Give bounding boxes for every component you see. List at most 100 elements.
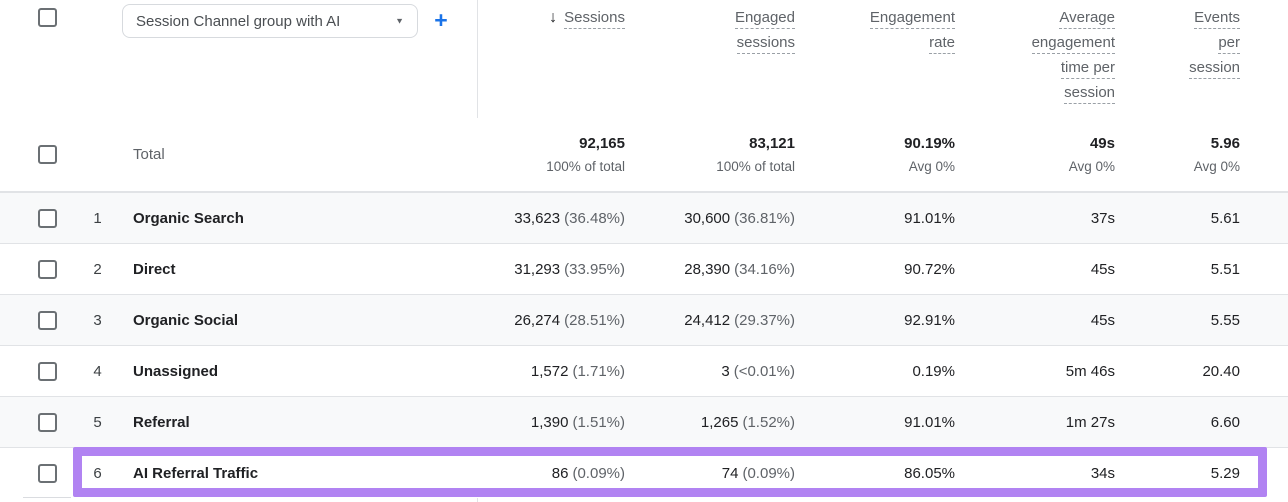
select-all-checkbox-top[interactable] (38, 8, 57, 27)
dimension-dropdown[interactable]: Session Channel group with AI ▼ (122, 4, 418, 38)
sort-descending-icon: ↓ (549, 9, 557, 26)
column-header-label: time per (1061, 60, 1115, 79)
chevron-down-icon: ▼ (395, 17, 404, 26)
events-per-session-cell: 5.29 (1115, 448, 1240, 498)
table-row-direct: 2 Direct 31,293(33.95%) 28,390(34.16%) 9… (0, 243, 1288, 294)
channel-name: AI Referral Traffic (133, 465, 258, 482)
total-engagement-rate: 90.19% Avg 0% (795, 118, 955, 191)
row-checkbox[interactable] (38, 311, 57, 330)
row-checkbox[interactable] (38, 413, 57, 432)
total-rate-value: 90.19% (904, 135, 955, 152)
avg-engagement-time-cell: 1m 27s (955, 397, 1115, 447)
row-number: 4 (75, 346, 120, 396)
total-checkbox-cell (0, 118, 75, 191)
sessions-cell: 31,293(33.95%) (478, 244, 625, 294)
checkbox-icon[interactable] (38, 8, 57, 27)
total-avg-time-value: 49s (1090, 135, 1115, 152)
sessions-cell: 86(0.09%) (478, 448, 625, 498)
total-engaged-sub: 100% of total (716, 159, 795, 174)
row-checkbox[interactable] (38, 260, 57, 279)
channel-name: Organic Search (133, 210, 244, 227)
column-header-label: Engaged (735, 10, 795, 29)
row-checkbox[interactable] (38, 209, 57, 228)
engaged-sessions-cell: 1,265(1.52%) (625, 397, 795, 447)
events-per-session-cell: 5.55 (1115, 295, 1240, 345)
column-header-label: engagement (1032, 35, 1115, 54)
total-engaged-value: 83,121 (749, 135, 795, 152)
column-header-engagement-rate[interactable]: Engagement rate (870, 10, 955, 60)
column-header-label: session (1064, 85, 1115, 104)
engaged-sessions-cell: 3(<0.01%) (625, 346, 795, 396)
row-bottom-border (23, 497, 71, 498)
sessions-cell: 33,623(36.48%) (478, 193, 625, 243)
dimension-dropdown-value: Session Channel group with AI (136, 13, 340, 30)
total-row: Total 92,165 100% of total 83,121 100% o… (0, 118, 1288, 192)
column-header-label: Average (1059, 10, 1115, 29)
events-per-session-cell: 20.40 (1115, 346, 1240, 396)
column-header-label: per (1218, 35, 1240, 54)
events-per-session-cell: 5.51 (1115, 244, 1240, 294)
engagement-rate-cell: 86.05% (795, 448, 955, 498)
avg-engagement-time-cell: 5m 46s (955, 346, 1115, 396)
row-checkbox[interactable] (38, 362, 57, 381)
engagement-rate-cell: 92.91% (795, 295, 955, 345)
engaged-sessions-cell: 24,412(29.37%) (625, 295, 795, 345)
row-number: 5 (75, 397, 120, 447)
total-label: Total (133, 146, 165, 163)
total-sessions-sub: 100% of total (546, 159, 625, 174)
column-header-avg-engagement-time[interactable]: Average engagement time per session (1032, 10, 1115, 110)
column-header-label: sessions (737, 35, 795, 54)
engagement-rate-cell: 90.72% (795, 244, 955, 294)
sessions-cell: 1,572(1.71%) (478, 346, 625, 396)
column-header-label: Sessions (564, 10, 625, 29)
events-per-session-cell: 6.60 (1115, 397, 1240, 447)
table-row-ai-referral-traffic: 6 AI Referral Traffic 86(0.09%) 74(0.09%… (0, 447, 1288, 498)
column-header-events-per-session[interactable]: Events per session (1189, 10, 1240, 85)
engaged-sessions-cell: 74(0.09%) (625, 448, 795, 498)
column-header-sessions[interactable]: ↓ Sessions (549, 10, 625, 35)
total-avg-engagement-time: 49s Avg 0% (955, 118, 1115, 191)
column-header-label: rate (929, 35, 955, 54)
total-checkbox[interactable] (38, 145, 57, 164)
sessions-cell: 26,274(28.51%) (478, 295, 625, 345)
total-sessions-value: 92,165 (579, 135, 625, 152)
add-dimension-button[interactable]: + (427, 6, 455, 34)
events-per-session-cell: 5.61 (1115, 193, 1240, 243)
channel-name: Referral (133, 414, 190, 431)
table-row-organic-search: 1 Organic Search 33,623(36.48%) 30,600(3… (0, 192, 1288, 243)
sessions-cell: 1,390(1.51%) (478, 397, 625, 447)
total-events-value: 5.96 (1211, 135, 1240, 152)
engaged-sessions-cell: 28,390(34.16%) (625, 244, 795, 294)
column-header-engaged-sessions[interactable]: Engaged sessions (735, 10, 795, 60)
total-engaged-sessions: 83,121 100% of total (625, 118, 795, 191)
table-row-referral: 5 Referral 1,390(1.51%) 1,265(1.52%) 91.… (0, 396, 1288, 447)
column-header-label: Events (1194, 10, 1240, 29)
avg-engagement-time-cell: 37s (955, 193, 1115, 243)
analytics-table: Session Channel group with AI ▼ + ↓ Sessi… (0, 0, 1288, 502)
table-row-unassigned: 4 Unassigned 1,572(1.71%) 3(<0.01%) 0.19… (0, 345, 1288, 396)
channel-name: Direct (133, 261, 176, 278)
row-checkbox[interactable] (38, 464, 57, 483)
channel-name: Organic Social (133, 312, 238, 329)
engagement-rate-cell: 0.19% (795, 346, 955, 396)
row-number: 2 (75, 244, 120, 294)
total-events-sub: Avg 0% (1194, 159, 1240, 174)
total-sessions: 92,165 100% of total (478, 118, 625, 191)
column-header-label: session (1189, 60, 1240, 79)
avg-engagement-time-cell: 45s (955, 244, 1115, 294)
engagement-rate-cell: 91.01% (795, 193, 955, 243)
row-number: 6 (75, 448, 120, 498)
table-row-organic-social: 3 Organic Social 26,274(28.51%) 24,412(2… (0, 294, 1288, 345)
column-header-label: Engagement (870, 10, 955, 29)
avg-engagement-time-cell: 34s (955, 448, 1115, 498)
engaged-sessions-cell: 30,600(36.81%) (625, 193, 795, 243)
total-rate-sub: Avg 0% (909, 159, 955, 174)
engagement-rate-cell: 91.01% (795, 397, 955, 447)
row-number: 1 (75, 193, 120, 243)
total-events-per-session: 5.96 Avg 0% (1115, 118, 1240, 191)
total-avg-time-sub: Avg 0% (1069, 159, 1115, 174)
plus-icon: + (434, 7, 447, 34)
avg-engagement-time-cell: 45s (955, 295, 1115, 345)
row-number: 3 (75, 295, 120, 345)
channel-name: Unassigned (133, 363, 218, 380)
